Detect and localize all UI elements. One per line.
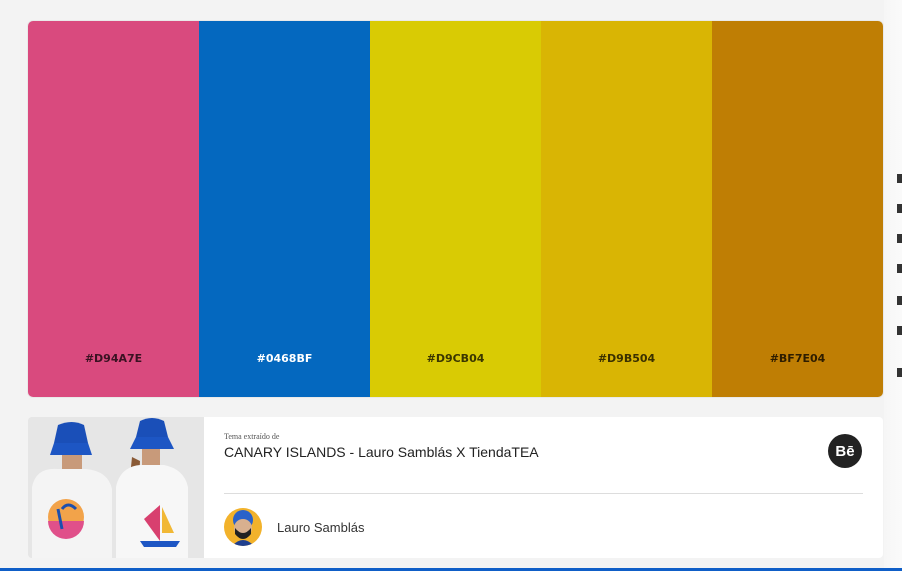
edge-glyph	[897, 368, 902, 377]
swatch-1[interactable]: #D94A7E	[28, 21, 199, 397]
edge-glyph	[897, 234, 902, 243]
source-thumbnail[interactable]	[28, 417, 204, 558]
source-card: Tema extraído de CANARY ISLANDS - Lauro …	[28, 417, 883, 558]
divider	[224, 493, 863, 494]
swatch-3[interactable]: #D9CB04	[370, 21, 541, 397]
swatch-hex-label: #0468BF	[256, 352, 313, 365]
source-caption: Tema extraído de	[224, 432, 280, 441]
swatch-2[interactable]: #0468BF	[199, 21, 370, 397]
edge-glyph	[897, 174, 902, 183]
edge-glyph	[897, 204, 902, 213]
behance-icon[interactable]: Bē	[828, 434, 862, 468]
swatch-4[interactable]: #D9B504	[541, 21, 712, 397]
source-title[interactable]: CANARY ISLANDS - Lauro Samblás X TiendaT…	[224, 444, 539, 460]
edge-glyph	[897, 264, 902, 273]
author-avatar	[224, 508, 262, 546]
background-strip	[884, 0, 902, 568]
swatch-hex-label: #BF7E04	[769, 352, 826, 365]
color-palette: #D94A7E #0468BF #D9CB04 #D9B504 #BF7E04	[28, 21, 883, 397]
author-name: Lauro Samblás	[277, 519, 365, 535]
edge-glyph	[897, 296, 902, 305]
edge-glyph	[897, 326, 902, 335]
author-link[interactable]: Lauro Samblás	[224, 508, 364, 546]
project-image	[28, 417, 204, 558]
swatch-hex-label: #D9CB04	[426, 352, 485, 365]
swatch-hex-label: #D94A7E	[84, 352, 143, 365]
swatch-5[interactable]: #BF7E04	[712, 21, 883, 397]
swatch-hex-label: #D9B504	[597, 352, 656, 365]
behance-label: Bē	[835, 442, 855, 460]
